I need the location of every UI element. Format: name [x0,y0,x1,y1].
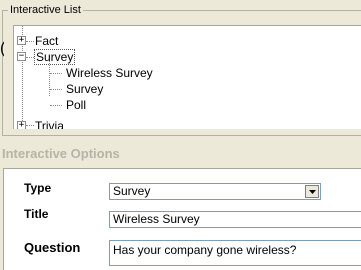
collapse-survey-icon[interactable]: − [17,52,26,61]
title-field[interactable]: Wireless Survey [109,211,361,228]
expand-trivia-icon[interactable]: + [17,121,26,129]
tree-node-survey-child[interactable]: Survey [66,82,103,96]
tree-branch-survey-child [50,89,62,90]
tree-node-wireless-survey[interactable]: Wireless Survey [66,66,153,80]
tree-branch-survey [26,57,34,58]
interactive-options-panel: Type Survey Title Wireless Survey Questi… [3,168,361,270]
tree-node-fact[interactable]: Fact [35,34,58,48]
tree-branch-poll [50,105,62,106]
question-field[interactable]: Has your company gone wireless? [109,240,361,266]
chevron-down-icon [308,189,316,194]
interactive-list-tree[interactable]: + Fact − Survey Wireless Survey Survey P… [13,25,361,129]
tree-node-survey[interactable]: Survey [34,49,76,65]
tree-node-poll[interactable]: Poll [66,98,86,112]
tree-branch-trivia [26,125,34,126]
type-select[interactable]: Survey [109,183,321,200]
expand-fact-icon[interactable]: + [17,36,26,45]
tree-branch-wireless-survey [50,73,62,74]
type-label: Type [24,181,52,195]
edge-marker: ( [0,40,4,58]
type-select-value: Survey [113,184,151,198]
question-label: Question [24,240,81,255]
type-dropdown-button[interactable] [305,185,319,198]
title-label: Title [24,207,49,221]
tree-branch-fact [26,41,34,42]
interactive-options-header: Interactive Options [2,146,120,161]
interactive-list-label: Interactive List [8,4,83,16]
tree-node-trivia[interactable]: Trivia [35,119,64,129]
